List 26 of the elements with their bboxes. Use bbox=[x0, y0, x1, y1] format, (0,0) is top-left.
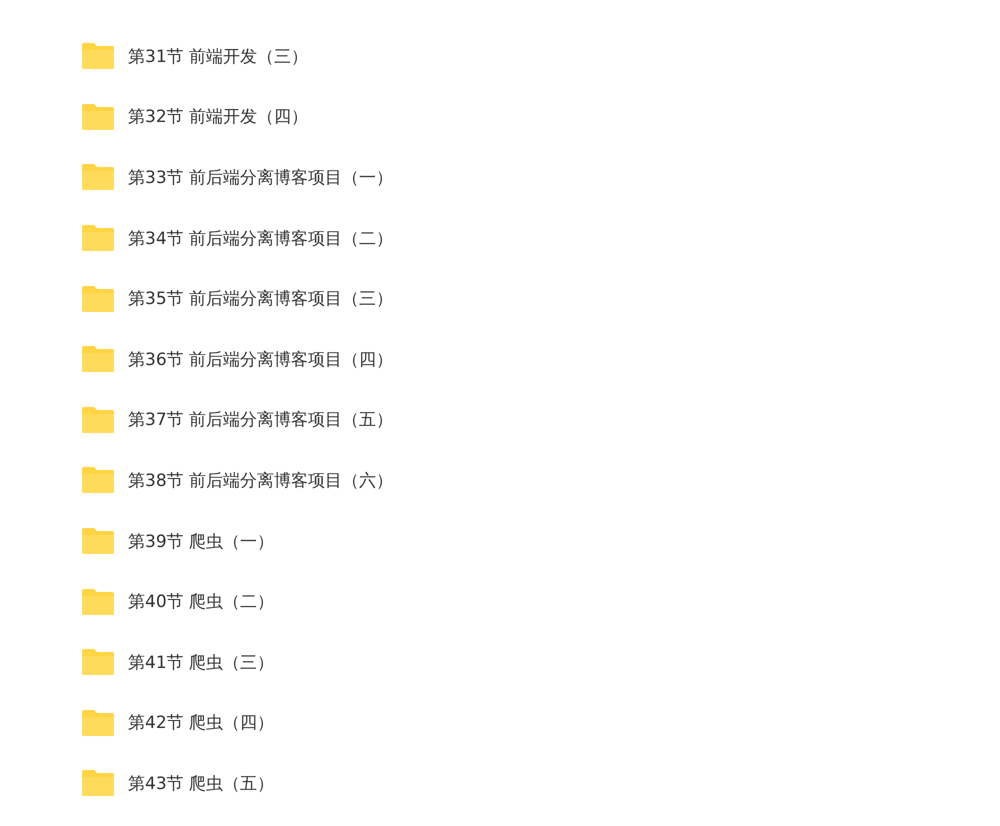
folder-icon[interactable] bbox=[82, 346, 114, 372]
folder-name[interactable]: 第36节 前后端分离博客项目（四） bbox=[128, 348, 394, 371]
folder-name[interactable]: 第37节 前后端分离博客项目（五） bbox=[128, 408, 394, 432]
folder-name[interactable]: 第38节 前后端分离博客项目（六） bbox=[128, 468, 394, 492]
folder-name[interactable]: 第35节 前后端分离博客项目（三） bbox=[128, 287, 394, 310]
folder-name[interactable]: 第42节 爬虫（四） bbox=[128, 711, 274, 734]
folder-icon[interactable] bbox=[82, 164, 114, 190]
folder-name[interactable]: 第41节 爬虫（三） bbox=[128, 650, 274, 674]
folder-name[interactable]: 第34节 前后端分离博客项目（二） bbox=[128, 226, 394, 250]
folder-icon[interactable] bbox=[82, 710, 114, 736]
folder-icon[interactable] bbox=[82, 104, 114, 130]
folder-icon[interactable] bbox=[82, 649, 114, 676]
folder-icon[interactable] bbox=[82, 286, 114, 312]
folder-icon[interactable] bbox=[82, 43, 114, 70]
folder-name[interactable]: 第33节 前后端分离博客项目（一） bbox=[128, 166, 394, 189]
folder-name[interactable]: 第31节 前端开发（三） bbox=[128, 44, 308, 68]
folder-icon[interactable] bbox=[82, 406, 114, 433]
folder-icon[interactable] bbox=[82, 225, 114, 252]
folder-name[interactable]: 第43节 爬虫（五） bbox=[128, 772, 274, 795]
folder-icon[interactable] bbox=[82, 770, 114, 796]
folder-icon[interactable] bbox=[82, 588, 114, 615]
folder-icon[interactable] bbox=[82, 528, 114, 554]
folder-name[interactable]: 第40节 爬虫（二） bbox=[128, 590, 274, 614]
folder-name[interactable]: 第32节 前端开发（四） bbox=[128, 105, 308, 128]
folder-name[interactable]: 第39节 爬虫（一） bbox=[128, 530, 274, 553]
folder-icon[interactable] bbox=[82, 467, 114, 494]
